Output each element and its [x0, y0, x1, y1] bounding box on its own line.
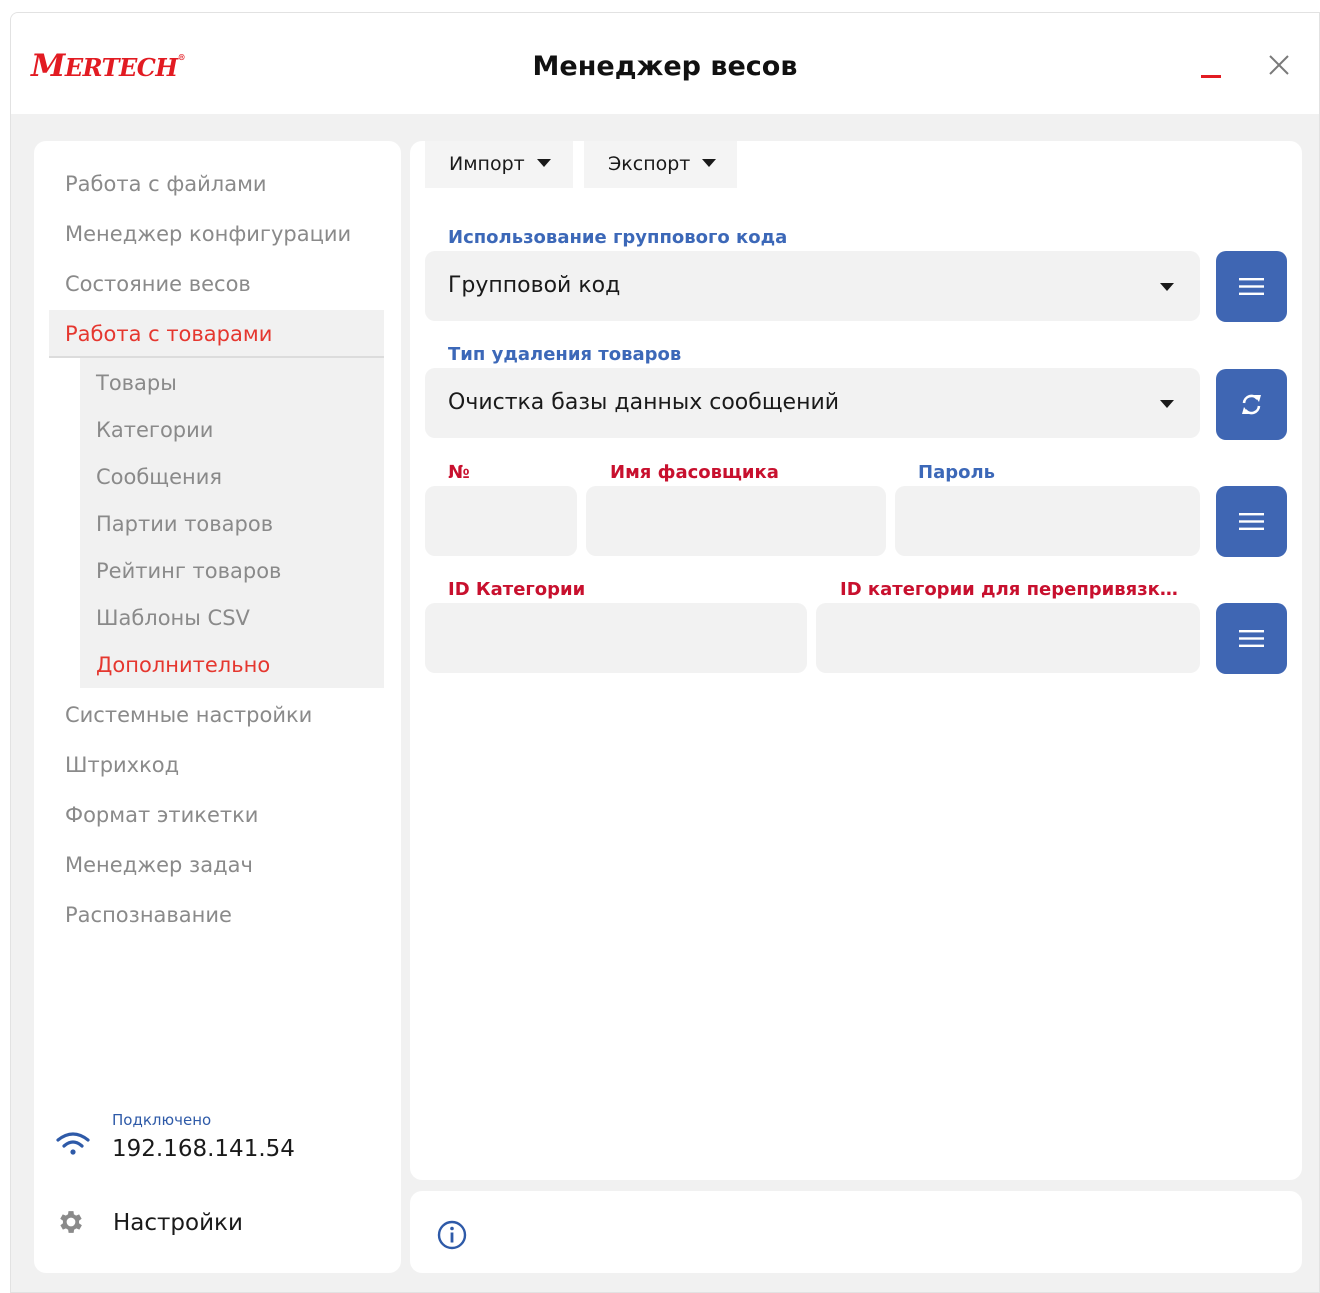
packer-password-label: Пароль [918, 462, 996, 483]
packer-menu-button[interactable] [1216, 486, 1287, 557]
sidebar-subitem-goods[interactable]: Товары [96, 370, 177, 396]
delete-type-refresh-button[interactable] [1216, 369, 1287, 440]
export-menu-button[interactable]: Экспорт [584, 141, 737, 188]
sidebar-item-scale-status[interactable]: Состояние весов [65, 271, 251, 297]
sidebar-item-files[interactable]: Работа с файлами [65, 171, 267, 197]
export-label: Экспорт [608, 153, 691, 175]
sidebar-item-barcode[interactable]: Штрихкод [65, 752, 179, 778]
import-menu-button[interactable]: Импорт [425, 141, 573, 188]
sidebar: Работа с файлами Менеджер конфигурации С… [34, 141, 401, 1273]
sidebar-subitem-messages[interactable]: Сообщения [96, 464, 222, 490]
sidebar-subitem-csv-templates[interactable]: Шаблоны CSV [96, 605, 250, 631]
packer-password-input[interactable] [895, 486, 1200, 556]
packer-number-input[interactable] [425, 486, 577, 556]
minimize-icon [1201, 75, 1221, 78]
packer-number-label: № [448, 462, 470, 483]
sidebar-item-recognition[interactable]: Распознавание [65, 902, 232, 928]
chevron-down-icon [536, 159, 551, 167]
category-menu-button[interactable] [1216, 603, 1287, 674]
group-code-label: Использование группового кода [448, 227, 788, 248]
connection-ip: 192.168.141.54 [112, 1136, 295, 1162]
menu-icon [1239, 513, 1264, 530]
refresh-icon [1242, 394, 1261, 415]
menu-icon [1239, 630, 1264, 647]
sidebar-subitem-additional[interactable]: Дополнительно [96, 652, 270, 678]
category-id-input[interactable] [425, 603, 807, 673]
gear-icon [60, 1211, 82, 1233]
sidebar-subitem-rating[interactable]: Рейтинг товаров [96, 558, 281, 584]
main-panel: Импорт Экспорт Использование группового … [410, 141, 1302, 1180]
delete-type-value: Очистка базы данных сообщений [448, 390, 840, 415]
sidebar-item-products[interactable]: Работа с товарами [65, 321, 272, 347]
title-bar: MERTECH® Менеджер весов [11, 13, 1319, 114]
sidebar-item-label-format[interactable]: Формат этикетки [65, 802, 258, 828]
menu-icon [1239, 278, 1264, 295]
packer-name-input[interactable] [586, 486, 886, 556]
sidebar-item-config-manager[interactable]: Менеджер конфигурации [65, 221, 351, 247]
connection-status-label: Подключено [112, 1111, 212, 1129]
app-window: MERTECH® Менеджер весов Работа с файлами… [10, 12, 1320, 1293]
close-icon [1269, 55, 1289, 75]
packer-name-label: Имя фасовщика [610, 462, 779, 483]
app-title: Менеджер весов [532, 51, 798, 82]
chevron-down-icon [1160, 283, 1174, 291]
sidebar-item-system-settings[interactable]: Системные настройки [65, 702, 312, 728]
sidebar-subitem-batches[interactable]: Партии товаров [96, 511, 273, 537]
category-rebind-label: ID категории для переприв­язк… [840, 579, 1178, 600]
wifi-icon [56, 1132, 90, 1155]
settings-label: Настройки [113, 1210, 243, 1236]
group-code-menu-button[interactable] [1216, 251, 1287, 322]
category-id-label: ID Категории [448, 579, 586, 600]
info-icon[interactable] [436, 1219, 468, 1251]
close-button[interactable] [1267, 53, 1291, 77]
chevron-down-icon [702, 159, 717, 167]
status-footer [410, 1191, 1302, 1273]
chevron-down-icon [1160, 400, 1174, 408]
delete-type-label: Тип удаления товаров [448, 344, 682, 365]
sidebar-subitem-categories[interactable]: Категории [96, 417, 213, 443]
sidebar-item-task-manager[interactable]: Менеджер задач [65, 852, 253, 878]
import-label: Импорт [449, 153, 525, 175]
delete-type-select[interactable]: Очистка базы данных сообщений [425, 368, 1200, 438]
group-code-select[interactable]: Групповой код [425, 251, 1200, 321]
group-code-value: Групповой код [448, 273, 621, 298]
minimize-button[interactable] [1201, 73, 1223, 78]
category-rebind-input[interactable] [816, 603, 1200, 673]
